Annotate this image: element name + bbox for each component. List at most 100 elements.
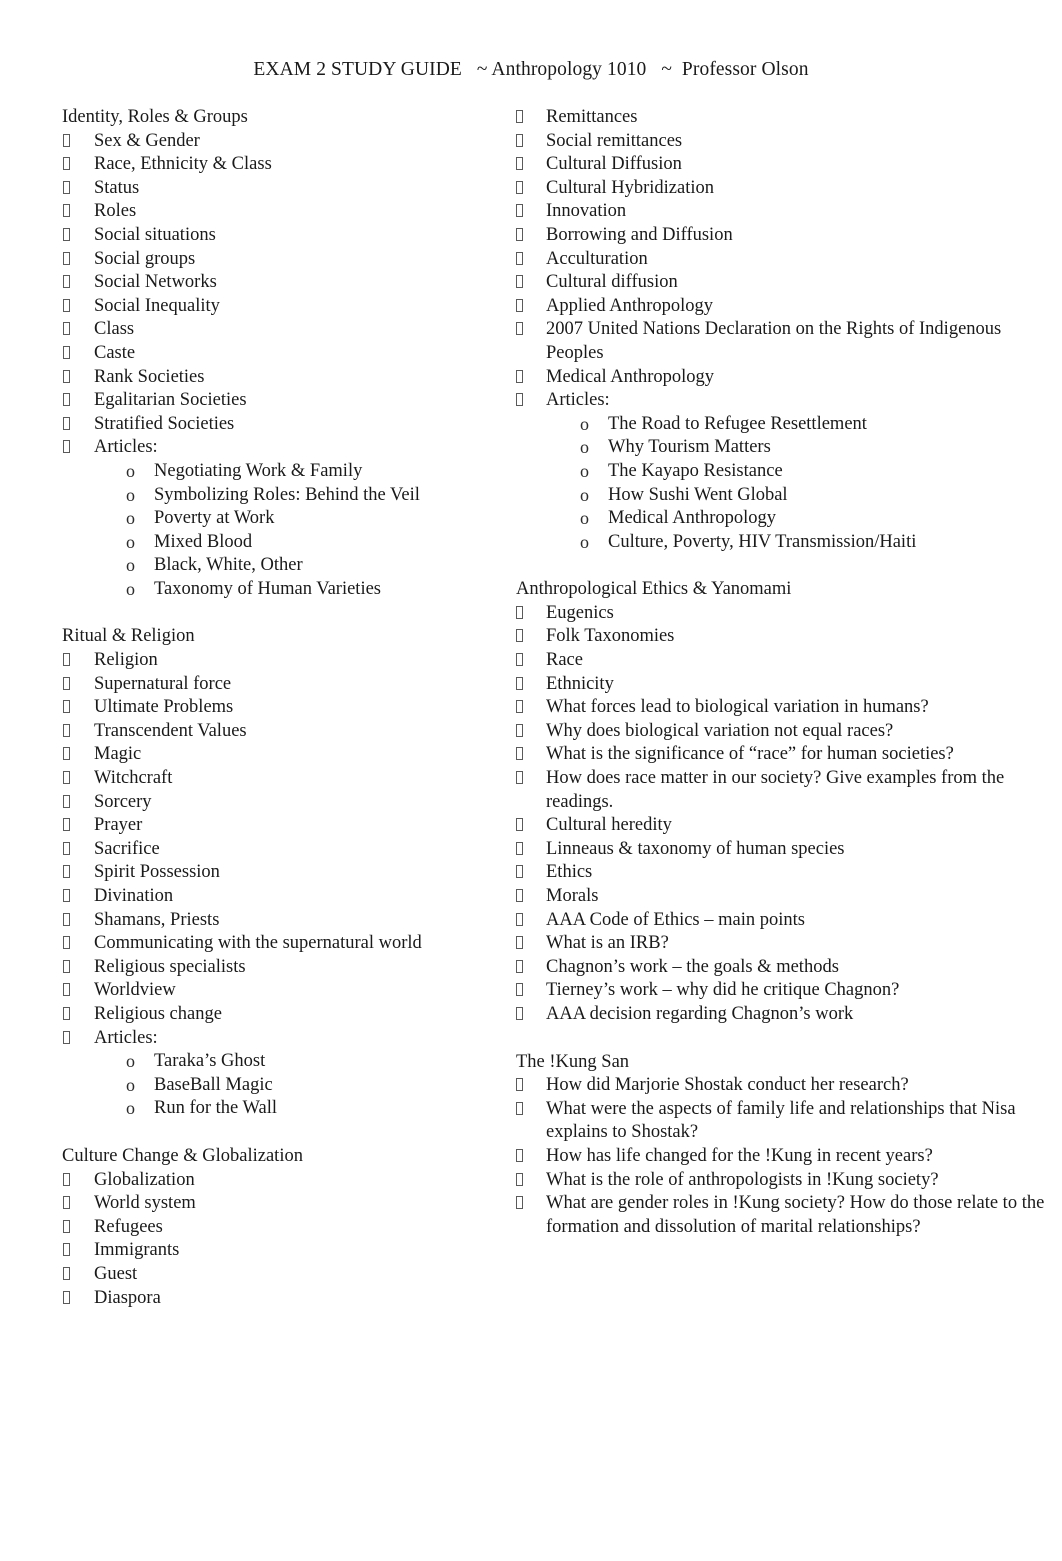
outline-item: Communicating with the supernatural worl… <box>62 932 505 956</box>
outline-item: Social Inequality <box>62 295 505 319</box>
outline-item-text: Race <box>546 650 583 671</box>
bullet-box-icon <box>63 251 70 265</box>
outline-subitem: o Mixed Blood <box>62 531 505 555</box>
outline-item-text: Rank Societies <box>94 366 205 387</box>
outline-item-text: Refugees <box>94 1216 163 1237</box>
bullet-o-marker: o <box>126 508 135 529</box>
document-page: EXAM 2 STUDY GUIDE ~ Anthropology 1010 ~… <box>0 0 1062 1561</box>
outline-subitem: o The Kayapo Resistance <box>505 460 1062 484</box>
bullet-box-icon <box>516 936 523 950</box>
outline-subitem-text: Black, White, Other <box>154 555 303 576</box>
outline-item-text: Roles <box>94 201 137 222</box>
outline-item: Borrowing and Diffusion <box>505 224 1062 248</box>
outline-subitem-text: Medical Anthropology <box>608 508 777 529</box>
bullet-box-icon <box>516 369 523 383</box>
outline-item: What were the aspects of family life and… <box>505 1098 1062 1145</box>
outline-item: Acculturation <box>505 248 1062 272</box>
outline-subitem: o Negotiating Work & Family <box>62 460 505 484</box>
outline-item-text: AAA Code of Ethics – main points <box>546 909 805 930</box>
bullet-marker <box>505 814 546 838</box>
bullet-box-icon <box>516 865 523 879</box>
outline-item-text: Linneaus & taxonomy of human species <box>546 838 845 859</box>
outline-item-text: Sacrifice <box>94 838 160 859</box>
bullet-marker <box>505 177 546 201</box>
outline-item-text: Supernatural force <box>94 673 232 694</box>
outline-item: Sorcery <box>62 791 505 815</box>
outline-item: Cultural Hybridization <box>505 177 1062 201</box>
outline-subitem-text: BaseBall Magic <box>154 1074 273 1095</box>
bullet-box-icon <box>516 653 523 667</box>
outline-item-text: Class <box>94 319 135 340</box>
bullet-box-icon <box>63 1219 70 1233</box>
outline-item: Religious specialists <box>62 956 505 980</box>
outline-subitem: o Run for the Wall <box>62 1097 505 1121</box>
bullet-box-icon <box>516 771 523 785</box>
outline-item: What are gender roles in !Kung society? … <box>505 1192 1062 1239</box>
bullet-marker <box>62 814 94 838</box>
outline-subitem-text: Mixed Blood <box>154 531 253 552</box>
outline-subitem: o Taraka’s Ghost <box>62 1050 505 1074</box>
outline-item: Shamans, Priests <box>62 909 505 933</box>
bullet-box-icon <box>63 393 70 407</box>
bullet-marker <box>62 389 94 413</box>
bullet-box-icon <box>63 841 70 855</box>
outline-list-level1: Globalization World system Refugees Immigra… <box>62 1169 505 1311</box>
bullet-marker <box>62 838 94 862</box>
bullet-box-icon <box>516 912 523 926</box>
bullet-marker <box>505 1074 546 1098</box>
outline-subitem: o Poverty at Work <box>62 507 505 531</box>
bullet-box-icon <box>516 747 523 761</box>
outline-item-text: Witchcraft <box>94 768 173 789</box>
bullet-box-icon <box>516 298 523 312</box>
outline-item: Globalization <box>62 1169 505 1193</box>
outline-item-text: Chagnon’s work – the goals & methods <box>546 956 839 977</box>
bullet-marker <box>62 673 94 697</box>
bullet-marker <box>62 436 94 460</box>
bullet-o-marker: o <box>580 413 589 434</box>
bullet-box-icon <box>63 440 70 454</box>
outline-item: Diaspora <box>62 1287 505 1311</box>
bullet-marker <box>62 791 94 815</box>
bullet-marker <box>505 625 546 649</box>
outline-section: Anthropological Ethics & Yanomami Eugenic… <box>505 578 1062 1026</box>
bullet-marker <box>505 1145 546 1169</box>
outline-item: Tierney’s work – why did he critique Cha… <box>505 979 1062 1003</box>
outline-item: Linneaus & taxonomy of human species <box>505 838 1062 862</box>
bullet-marker <box>505 389 546 413</box>
outline-item-text: What is the role of anthropologists in !… <box>546 1169 939 1190</box>
outline-item-text: Social groups <box>94 248 196 269</box>
bullet-o-marker: o <box>126 1098 135 1119</box>
bullet-o-marker: o <box>580 484 589 505</box>
bullet-o-marker: o <box>580 531 589 552</box>
outline-item-text: What were the aspects of family life and… <box>546 1098 1021 1143</box>
bullet-o-marker: o <box>126 1051 135 1072</box>
outline-item-text: Social remittances <box>546 130 683 151</box>
outline-subitem-text: How Sushi Went Global <box>608 484 788 505</box>
outline-item: How did Marjorie Shostak conduct her res… <box>505 1074 1062 1098</box>
outline-item: Applied Anthropology <box>505 295 1062 319</box>
outline-list-level2: o Negotiating Work & Family o Symbolizing R… <box>62 460 505 602</box>
section-heading: Culture Change & Globalization <box>62 1145 303 1166</box>
bullet-box-icon <box>516 818 523 832</box>
outline-item-text: What are gender roles in !Kung society? … <box>546 1193 1049 1237</box>
bullet-box-icon <box>63 818 70 832</box>
bullet-marker <box>505 130 546 154</box>
bullet-marker <box>505 649 546 673</box>
bullet-box-icon <box>516 393 523 407</box>
outline-item: Supernatural force <box>62 673 505 697</box>
outline-item: Roles <box>62 200 505 224</box>
section-heading: Identity, Roles & Groups <box>62 107 248 127</box>
outline-item-text: Communicating with the supernatural worl… <box>94 933 422 954</box>
outline-item-text: Shamans, Priests <box>94 909 220 930</box>
outline-item-text: Medical Anthropology <box>546 366 715 387</box>
outline-item-text: Globalization <box>94 1169 195 1190</box>
outline-list-level1: Eugenics Folk Taxonomies Race Ethnicity What… <box>505 602 1062 1027</box>
outline-item-text: Borrowing and Diffusion <box>546 224 733 245</box>
bullet-box-icon <box>516 180 523 194</box>
outline-item: Articles: <box>62 436 505 460</box>
outline-item: Race, Ethnicity & Class <box>62 153 505 177</box>
bullet-marker <box>62 248 94 272</box>
outline-item: Spirit Possession <box>62 861 505 885</box>
bullet-box-icon <box>63 227 70 241</box>
outline-subitem-text: Taraka’s Ghost <box>154 1051 266 1072</box>
